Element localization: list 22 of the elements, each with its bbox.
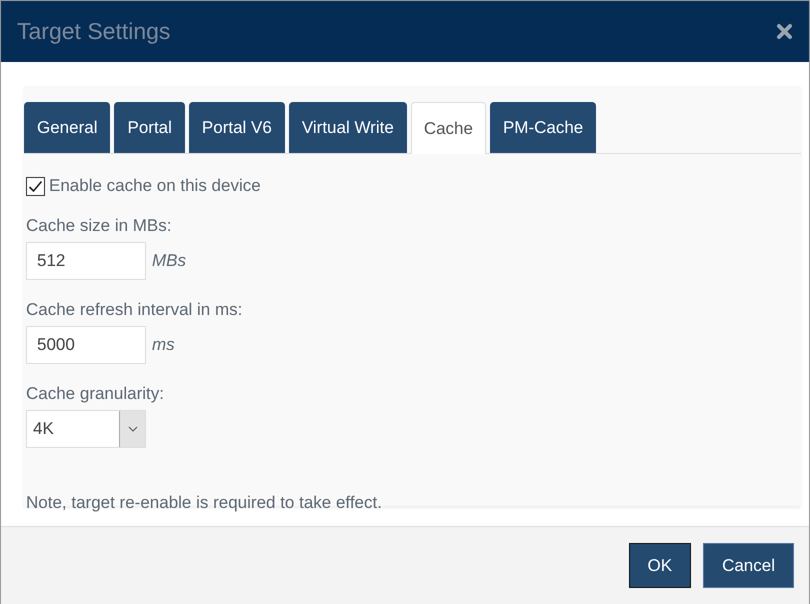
note-text: Note, target re-enable is required to take effect. xyxy=(26,493,383,513)
field-label: Cache size in MBs: xyxy=(26,216,172,236)
field-label: Cache granularity: xyxy=(26,384,165,404)
window-title: Target Settings xyxy=(17,18,170,45)
granularity-dropdown[interactable]: 4K xyxy=(26,410,146,448)
chevron-down-icon xyxy=(128,426,138,432)
unit-label: MBs xyxy=(152,251,186,271)
unit-label: ms xyxy=(152,335,175,355)
tab[interactable]: Cache xyxy=(410,102,486,154)
cancel-button[interactable]: Cancel xyxy=(703,543,794,588)
checkbox-label: Enable cache on this device xyxy=(49,176,261,196)
checkbox[interactable] xyxy=(26,176,45,196)
tab[interactable]: PM-Cache xyxy=(490,102,596,153)
tab[interactable]: Portal V6 xyxy=(188,102,285,153)
close-icon[interactable] xyxy=(776,23,793,40)
input-field[interactable]: 512 xyxy=(26,242,146,280)
tab[interactable]: Virtual Write xyxy=(288,102,407,153)
ok-button[interactable]: OK xyxy=(628,543,692,588)
input-field[interactable]: 5000 xyxy=(26,326,146,364)
tab[interactable]: Portal xyxy=(114,102,185,153)
field-label: Cache refresh interval in ms: xyxy=(26,300,244,320)
tab[interactable]: General xyxy=(24,102,110,153)
